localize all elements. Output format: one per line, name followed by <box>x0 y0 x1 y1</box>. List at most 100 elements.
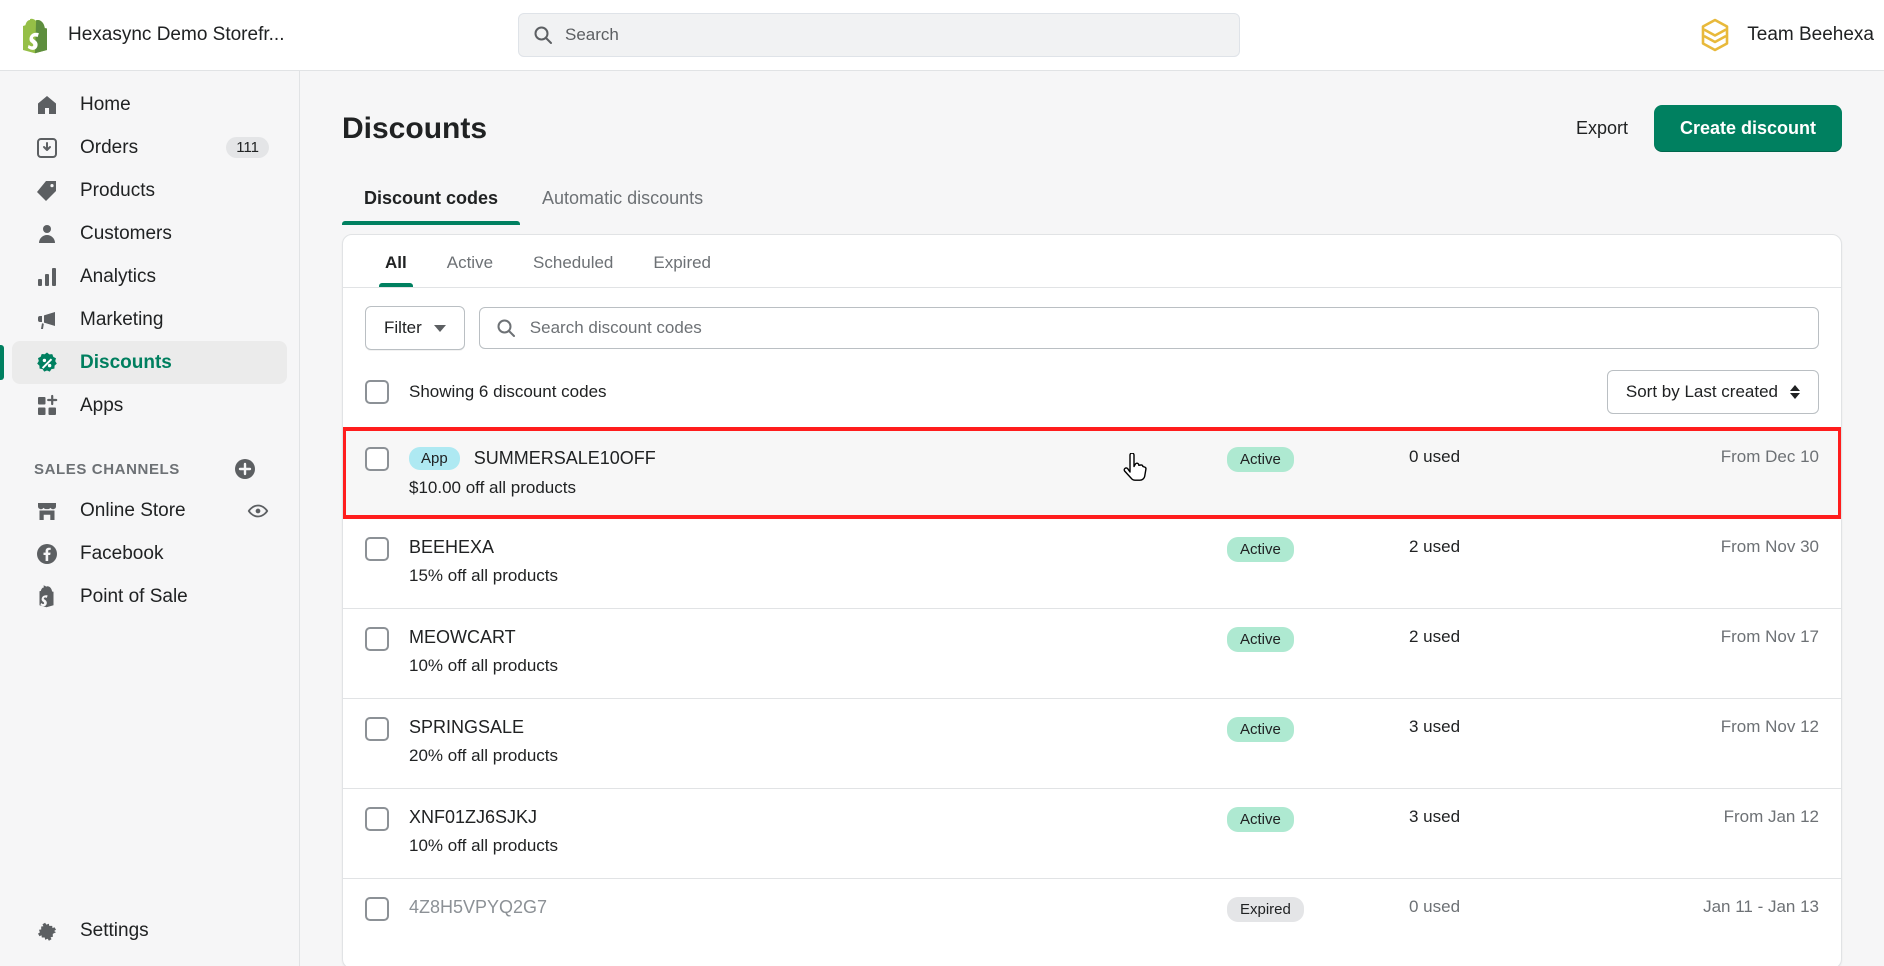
tab-automatic-discounts[interactable]: Automatic discounts <box>520 180 725 225</box>
store-brand[interactable]: Hexasync Demo Storefr... <box>0 16 300 54</box>
row-date-range: Jan 11 - Jan 13 <box>1703 897 1819 916</box>
filter-button[interactable]: Filter <box>365 306 465 350</box>
filter-tabs: All Active Scheduled Expired <box>343 235 1841 288</box>
table-row[interactable]: SPRINGSALE 20% off all products Active 3… <box>343 698 1841 788</box>
sort-by-button[interactable]: Sort by Last created <box>1606 370 1819 414</box>
row-title-line: 4Z8H5VPYQ2G7 <box>409 897 1159 918</box>
storefront-icon <box>34 498 60 524</box>
filter-tab-all[interactable]: All <box>365 235 427 287</box>
row-main: MEOWCART 10% off all products <box>409 627 1159 676</box>
filter-tab-active[interactable]: Active <box>427 235 513 287</box>
row-used-count: 2 used <box>1409 537 1461 556</box>
row-used-count: 3 used <box>1409 807 1461 826</box>
tab-discount-codes[interactable]: Discount codes <box>342 180 521 225</box>
discount-description: 20% off all products <box>409 746 558 765</box>
row-checkbox[interactable] <box>365 897 389 921</box>
sales-channels-title: SALES CHANNELS <box>34 460 180 478</box>
sidebar-item-label: Settings <box>80 919 149 941</box>
table-row[interactable]: 4Z8H5VPYQ2G7 Expired 0 used Jan 11 - Jan… <box>343 878 1841 966</box>
status-badge: Active <box>1227 627 1294 652</box>
sidebar-item-discounts[interactable]: Discounts <box>0 341 287 384</box>
table-row[interactable]: XNF01ZJ6SJKJ 10% off all products Active… <box>343 788 1841 878</box>
status-badge: Active <box>1227 807 1294 832</box>
sort-by-label: Sort by Last created <box>1625 382 1778 401</box>
sidebar-item-label: Discounts <box>80 351 172 373</box>
main-content: Discounts Export Create discount Discoun… <box>300 71 1884 966</box>
marketing-megaphone-icon <box>34 307 60 333</box>
row-title-line: XNF01ZJ6SJKJ <box>409 807 1159 828</box>
row-main: XNF01ZJ6SJKJ 10% off all products <box>409 807 1159 856</box>
row-status: Active <box>1179 447 1389 472</box>
table-row[interactable]: MEOWCART 10% off all products Active 2 u… <box>343 608 1841 698</box>
sidebar-item-label: Point of Sale <box>80 585 188 607</box>
sidebar-item-customers[interactable]: Customers <box>12 212 287 255</box>
status-badge: Active <box>1227 537 1294 562</box>
account-menu[interactable]: Team Beehexa <box>1697 16 1884 54</box>
global-search[interactable]: Search <box>518 13 1240 57</box>
row-status: Active <box>1179 537 1389 562</box>
filter-tab-scheduled[interactable]: Scheduled <box>513 235 633 287</box>
global-search-box[interactable]: Search <box>518 13 1240 57</box>
status-badge: Active <box>1227 447 1294 472</box>
page-actions: Export Create discount <box>1576 105 1842 152</box>
products-tag-icon <box>34 178 60 204</box>
chevron-down-icon <box>433 324 446 332</box>
row-checkbox[interactable] <box>365 537 389 561</box>
sidebar-item-orders[interactable]: Orders 111 <box>12 126 287 169</box>
row-main: App SUMMERSALE10OFF $10.00 off all produ… <box>409 447 1159 498</box>
discount-description: 15% off all products <box>409 566 558 585</box>
sidebar-item-analytics[interactable]: Analytics <box>12 255 287 298</box>
orders-inbox-icon <box>34 135 60 161</box>
create-discount-button[interactable]: Create discount <box>1653 105 1842 152</box>
sidebar-item-facebook[interactable]: Facebook <box>12 532 287 575</box>
filter-row: Filter Search discount codes <box>343 288 1841 364</box>
row-checkbox[interactable] <box>365 717 389 741</box>
sidebar-item-label: Customers <box>80 222 172 244</box>
sidebar-footer: Settings <box>0 909 299 966</box>
row-checkbox[interactable] <box>365 447 389 471</box>
sidebar-item-label: Products <box>80 179 155 201</box>
row-checkbox[interactable] <box>365 807 389 831</box>
sidebar-item-marketing[interactable]: Marketing <box>12 298 287 341</box>
account-name: Team Beehexa <box>1747 24 1874 45</box>
discounts-card: All Active Scheduled Expired Filter Sear… <box>342 234 1842 966</box>
sidebar-item-apps[interactable]: Apps <box>12 384 287 427</box>
sidebar: Home Orders 111 Products Customers Analy… <box>0 71 300 966</box>
discounts-percent-icon <box>34 350 60 376</box>
row-used-count: 0 used <box>1409 447 1461 466</box>
analytics-bars-icon <box>34 264 60 290</box>
search-icon <box>534 26 552 44</box>
plus-circle-icon[interactable] <box>233 457 257 481</box>
showing-row: Showing 6 discount codes Sort by Last cr… <box>343 364 1841 428</box>
search-discount-input[interactable]: Search discount codes <box>478 307 1819 349</box>
sidebar-item-online-store[interactable]: Online Store <box>12 489 287 532</box>
row-used-count: 0 used <box>1409 897 1461 916</box>
row-used-count: 3 used <box>1409 717 1461 736</box>
row-date-range: From Nov 30 <box>1720 537 1819 556</box>
discount-description: 10% off all products <box>409 836 558 855</box>
sidebar-item-products[interactable]: Products <box>12 169 287 212</box>
table-row[interactable]: App SUMMERSALE10OFF $10.00 off all produ… <box>343 427 1841 519</box>
sidebar-item-settings[interactable]: Settings <box>12 909 287 952</box>
home-icon <box>34 92 60 118</box>
row-date-range: From Nov 12 <box>1720 717 1819 736</box>
page-header: Discounts Export Create discount <box>342 71 1842 152</box>
page-tabs: Discount codes Automatic discounts <box>342 180 1842 226</box>
sidebar-item-label: Marketing <box>80 308 164 330</box>
row-main: SPRINGSALE 20% off all products <box>409 717 1159 766</box>
sidebar-item-label: Apps <box>80 394 124 416</box>
row-title-line: BEEHEXA <box>409 537 1159 558</box>
showing-count-label: Showing 6 discount codes <box>409 382 607 401</box>
filter-button-label: Filter <box>384 318 422 337</box>
row-checkbox[interactable] <box>365 627 389 651</box>
shopify-bag-icon <box>18 16 52 54</box>
table-row[interactable]: BEEHEXA 15% off all products Active 2 us… <box>343 518 1841 608</box>
sidebar-item-home[interactable]: Home <box>12 83 287 126</box>
eye-icon[interactable] <box>247 500 269 522</box>
sidebar-item-point-of-sale[interactable]: Point of Sale <box>12 575 287 618</box>
select-all-checkbox[interactable] <box>365 380 389 404</box>
filter-tab-expired[interactable]: Expired <box>633 235 731 287</box>
discount-code: 4Z8H5VPYQ2G7 <box>409 897 548 917</box>
sidebar-item-label: Orders <box>80 136 139 158</box>
export-button[interactable]: Export <box>1576 118 1628 139</box>
